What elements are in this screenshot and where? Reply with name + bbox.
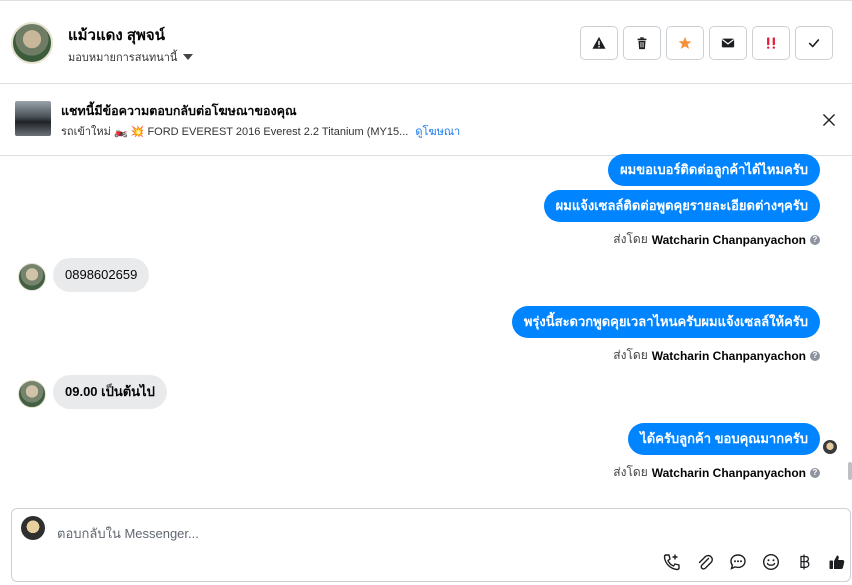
message-bubble-outgoing[interactable]: ได้ครับลูกค้า ขอบคุณมากครับ — [628, 423, 820, 455]
double-exclamation-icon — [767, 37, 775, 49]
mark-unread-button[interactable] — [709, 26, 747, 60]
follow-up-button[interactable] — [752, 26, 790, 60]
attach-button[interactable] — [695, 552, 715, 572]
checkmark-icon — [808, 39, 820, 48]
contact-avatar[interactable] — [11, 22, 53, 64]
thumbs-up-icon — [829, 555, 845, 569]
message-bubble-outgoing[interactable]: พรุ่งนี้สะดวกพูดคุยเวลาไหนครับผมแจ้งเซลล… — [511, 306, 820, 338]
star-icon — [678, 36, 692, 49]
info-icon[interactable]: ? — [810, 467, 820, 478]
assign-label: มอบหมายการสนทนานี้ — [68, 52, 178, 64]
delete-button[interactable] — [623, 26, 661, 60]
caret-down-icon — [183, 54, 194, 60]
message-bubble-incoming[interactable]: 0898602659 — [53, 258, 150, 292]
seen-indicator-avatar — [823, 440, 837, 454]
mark-spam-button[interactable] — [580, 26, 618, 60]
reply-input[interactable]: ตอบกลับใน Messenger... — [57, 523, 199, 544]
sent-by-label: ส่งโดย Watcharin Chanpanyachon ? — [613, 346, 820, 365]
baht-icon — [800, 554, 810, 570]
message-bubble-outgoing[interactable]: ผมขอเบอร์ติดต่อลูกค้าได้ไหมครับ — [608, 154, 820, 186]
ad-description: รถเข้าใหม่ 🏍️ 💥 FORD EVEREST 2016 Everes… — [61, 126, 409, 138]
trash-icon — [637, 37, 647, 50]
envelope-icon — [721, 38, 735, 48]
composer-toolbar — [662, 552, 847, 572]
thread-scrollbar[interactable] — [848, 462, 852, 480]
customer-avatar — [18, 380, 46, 408]
my-avatar — [21, 516, 45, 540]
close-banner-button[interactable] — [820, 111, 838, 129]
customer-avatar — [18, 263, 46, 291]
ad-banner-subtitle: รถเข้าใหม่ 🏍️ 💥 FORD EVEREST 2016 Everes… — [61, 122, 460, 140]
mark-done-button[interactable] — [795, 26, 833, 60]
phone-plus-icon — [663, 554, 680, 571]
info-icon[interactable]: ? — [810, 234, 820, 245]
contact-name[interactable]: แม้วแดง สุพจน์ — [68, 23, 165, 47]
emoji-button[interactable] — [761, 552, 781, 572]
emoji-icon — [762, 553, 780, 571]
ad-banner-title: แชทนี้มีข้อความตอบกลับต่อโฆษณาของคุณ — [61, 104, 297, 118]
chat-bubble-icon — [730, 554, 746, 570]
conversation-header: แม้วแดง สุพจน์ มอบหมายการสนทนานี้ — [0, 0, 852, 84]
paperclip-icon — [698, 554, 713, 570]
action-toolbar — [580, 26, 833, 60]
warning-icon — [592, 36, 606, 49]
info-icon[interactable]: ? — [810, 350, 820, 361]
sent-by-label: ส่งโดย Watcharin Chanpanyachon ? — [613, 463, 820, 482]
reply-composer: ตอบกลับใน Messenger... — [11, 508, 851, 582]
ad-thumbnail[interactable] — [15, 101, 51, 136]
star-button[interactable] — [666, 26, 704, 60]
sent-by-label: ส่งโดย Watcharin Chanpanyachon ? — [613, 230, 820, 249]
view-ad-link[interactable]: ดูโฆษณา — [415, 126, 460, 138]
call-button[interactable] — [662, 552, 682, 572]
assign-conversation-dropdown[interactable]: มอบหมายการสนทนานี้ — [68, 48, 194, 66]
message-bubble-outgoing[interactable]: ผมแจ้งเซลล์ติดต่อพูดคุยรายละเอียดต่างๆคร… — [543, 190, 820, 222]
payment-button[interactable] — [794, 552, 814, 572]
saved-replies-button[interactable] — [728, 552, 748, 572]
like-button[interactable] — [827, 552, 847, 572]
close-icon — [823, 114, 835, 126]
message-bubble-incoming[interactable]: 09.00 เป็นต้นไป — [53, 375, 167, 409]
